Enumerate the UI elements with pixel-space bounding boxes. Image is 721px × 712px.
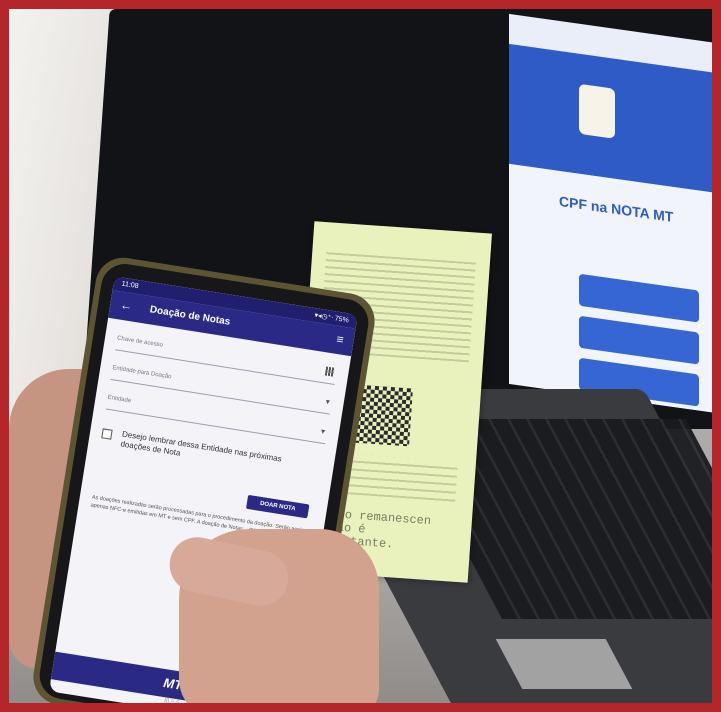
page-title: Doação de Notas [149, 304, 231, 328]
menu-icon[interactable]: ≡ [336, 332, 345, 347]
donate-note-button[interactable]: DOAR NOTA [246, 494, 310, 519]
photo-frame: CPF na NOTA MT Doe o remanescen intão é … [0, 0, 721, 712]
remember-entity-checkbox[interactable] [101, 428, 113, 440]
field-label: Chave de acesso [116, 335, 164, 349]
chevron-down-icon: ▾ [320, 426, 326, 437]
field-label: Entidade para Doação [111, 365, 172, 381]
barcode-scan-icon[interactable] [324, 366, 336, 377]
laptop-screen: CPF na NOTA MT [509, 13, 712, 415]
field-label: Entidade [107, 394, 132, 405]
site-logo [579, 83, 615, 139]
photo-scene: CPF na NOTA MT Doe o remanescen intão é … [9, 9, 712, 703]
status-time: 11:08 [121, 280, 139, 291]
chevron-down-icon: ▾ [325, 396, 331, 407]
back-arrow-icon[interactable]: ← [119, 298, 133, 314]
